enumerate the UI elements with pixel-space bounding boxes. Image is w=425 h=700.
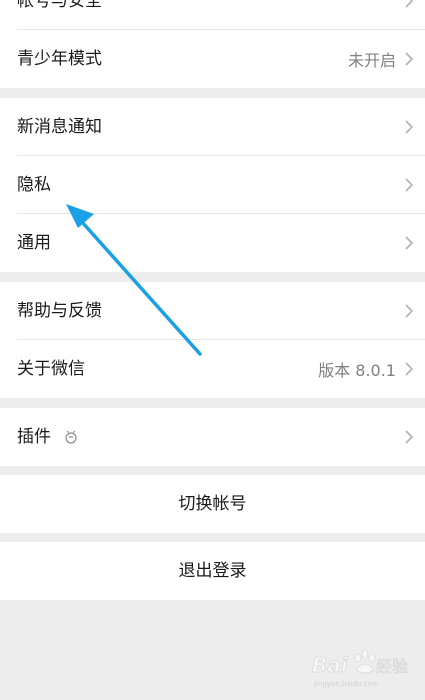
svg-text:经验: 经验 — [376, 657, 408, 676]
annotation-arrow — [66, 204, 202, 356]
svg-text:jingyan.baidu.com: jingyan.baidu.com — [313, 680, 379, 688]
baidu-jingyan-watermark: Bai 经验 jingyan.baidu.com — [312, 649, 408, 688]
svg-text:Bai: Bai — [312, 653, 349, 677]
